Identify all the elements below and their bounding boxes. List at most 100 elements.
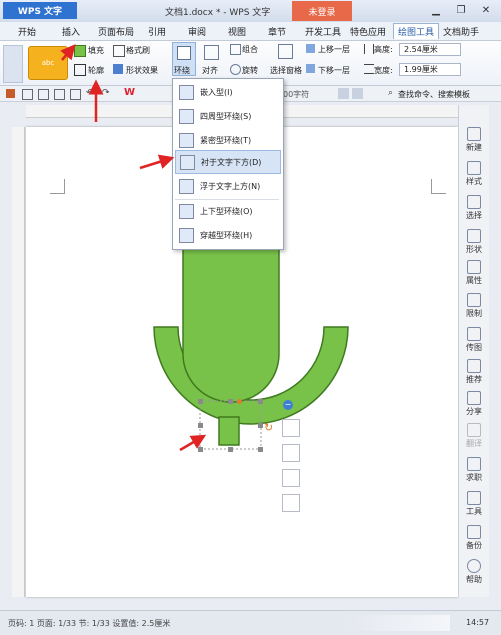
tab-references[interactable]: 引用 bbox=[148, 24, 166, 39]
save-icon[interactable] bbox=[22, 89, 33, 100]
login-button[interactable]: 未登录 bbox=[292, 1, 352, 21]
panel-job[interactable]: 求职 bbox=[459, 457, 489, 483]
redo-icon[interactable]: ↷ bbox=[102, 88, 110, 98]
wrap-option-square[interactable]: 四周型环绕(S) bbox=[175, 105, 279, 127]
panel-upload-image[interactable]: 传图 bbox=[459, 327, 489, 353]
resize-handle-n[interactable] bbox=[228, 399, 233, 404]
wrap-option-through[interactable]: 穿越型环绕(H) bbox=[175, 224, 279, 246]
tab-drawing-tools[interactable]: 绘图工具 bbox=[393, 23, 440, 39]
new-icon bbox=[467, 127, 481, 141]
collapse-toolbar-icon[interactable]: − bbox=[283, 400, 293, 410]
tab-special[interactable]: 特色应用 bbox=[350, 24, 386, 39]
free-rotate-icon[interactable]: ↻ bbox=[264, 421, 273, 434]
send-backward-icon[interactable] bbox=[306, 64, 315, 73]
style-scroll-left[interactable] bbox=[3, 45, 23, 83]
selection-pane-button[interactable]: 选择窗格 bbox=[270, 65, 302, 76]
wrap-option-in-front[interactable]: 浮于文字上方(N) bbox=[175, 175, 279, 197]
wrap-option-top-bottom[interactable]: 上下型环绕(O) bbox=[175, 200, 279, 222]
wrap-option-tight[interactable]: 紧密型环绕(T) bbox=[175, 129, 279, 151]
outline-button[interactable]: 轮廓 bbox=[88, 65, 104, 76]
rotate-handle[interactable] bbox=[237, 399, 242, 404]
nav-next-icon[interactable] bbox=[352, 88, 363, 99]
resize-handle-ne[interactable] bbox=[258, 399, 263, 404]
wrap-tight-icon bbox=[179, 132, 194, 148]
height-field[interactable]: 2.54厘米 bbox=[399, 43, 461, 56]
format-painter-button[interactable]: 格式刷 bbox=[126, 45, 150, 56]
outline-icon[interactable] bbox=[74, 64, 86, 76]
tab-insert[interactable]: 插入 bbox=[62, 24, 80, 39]
panel-tools[interactable]: 工具 bbox=[459, 491, 489, 517]
resize-handle-w[interactable] bbox=[198, 423, 203, 428]
layout-options-icon[interactable] bbox=[282, 419, 300, 437]
wps-app-menu-button[interactable]: WPS 文字 bbox=[3, 2, 77, 19]
resize-handle-s[interactable] bbox=[228, 447, 233, 452]
preview-icon[interactable] bbox=[70, 89, 81, 100]
panel-style[interactable]: 样式 bbox=[459, 161, 489, 187]
format-painter-icon[interactable] bbox=[113, 45, 125, 57]
upload-image-icon bbox=[467, 327, 481, 341]
zoom-area[interactable] bbox=[340, 615, 450, 631]
bring-forward-button[interactable]: 上移一层 bbox=[318, 44, 350, 55]
wrap-option-inline[interactable]: 嵌入型(I) bbox=[175, 81, 279, 103]
panel-share[interactable]: 分享 bbox=[459, 391, 489, 417]
resize-handle-e[interactable] bbox=[258, 423, 263, 428]
shape-effect-button[interactable]: 形状效果 bbox=[126, 65, 158, 76]
wrap-dropdown-menu: 嵌入型(I) 四周型环绕(S) 紧密型环绕(T) 衬于文字下方(D) 浮于文字上… bbox=[172, 78, 284, 250]
print-icon[interactable] bbox=[54, 89, 65, 100]
panel-properties[interactable]: 属性 bbox=[459, 260, 489, 286]
status-bar: 页码: 1 页面: 1/33 节: 1/33 设置值: 2.5厘米 14:57 bbox=[0, 610, 501, 635]
group-icon[interactable] bbox=[230, 44, 241, 55]
rotate-button[interactable]: 旋转 bbox=[242, 65, 258, 76]
menu-bar: 开始 插入 页面布局 引用 审阅 视图 章节 开发工具 特色应用 绘图工具 文档… bbox=[0, 22, 501, 41]
resize-handle-nw[interactable] bbox=[198, 399, 203, 404]
mic-body bbox=[182, 248, 280, 403]
bring-forward-icon[interactable] bbox=[306, 44, 315, 53]
tab-developer[interactable]: 开发工具 bbox=[305, 24, 341, 39]
open-icon[interactable] bbox=[38, 89, 49, 100]
nav-prev-icon[interactable] bbox=[338, 88, 349, 99]
panel-new[interactable]: 新建 bbox=[459, 127, 489, 153]
panel-restrict[interactable]: 限制 bbox=[459, 293, 489, 319]
fill-button[interactable]: 填充 bbox=[88, 45, 104, 56]
shape-effect-icon[interactable] bbox=[113, 64, 123, 74]
width-field[interactable]: 1.99厘米 bbox=[399, 63, 461, 76]
undo-icon[interactable]: ↶ bbox=[86, 88, 94, 98]
wrap-through-icon bbox=[179, 227, 194, 243]
wrap-behind-icon bbox=[180, 154, 195, 170]
command-search-input[interactable]: 查找命令、搜索模板 bbox=[398, 89, 470, 100]
wps-logo-icon: W bbox=[124, 87, 136, 98]
resize-handle-sw[interactable] bbox=[198, 447, 203, 452]
align-button[interactable]: 对齐 bbox=[202, 65, 218, 76]
align-icon[interactable] bbox=[204, 45, 219, 60]
tab-section[interactable]: 章节 bbox=[268, 24, 286, 39]
restore-icon[interactable]: ❐ bbox=[450, 3, 472, 18]
job-icon bbox=[467, 457, 481, 471]
tab-page-layout[interactable]: 页面布局 bbox=[98, 24, 134, 39]
tab-doc-assistant[interactable]: 文档助手 bbox=[443, 24, 479, 39]
panel-shape[interactable]: 形状 bbox=[459, 229, 489, 255]
panel-help[interactable]: 帮助 bbox=[459, 559, 489, 585]
fill-color-icon[interactable] bbox=[282, 469, 300, 487]
recommend-icon bbox=[467, 359, 481, 373]
minimize-icon[interactable]: ▁ bbox=[425, 3, 447, 18]
help-icon bbox=[467, 559, 481, 573]
close-icon[interactable]: ✕ bbox=[475, 3, 497, 18]
clock-text: 14:57 bbox=[466, 618, 490, 627]
shape-style-preview[interactable]: abc bbox=[28, 46, 68, 80]
panel-backup[interactable]: 备份 bbox=[459, 525, 489, 551]
edit-shape-icon[interactable] bbox=[282, 444, 300, 462]
wrap-option-behind-text[interactable]: 衬于文字下方(D) bbox=[175, 150, 281, 174]
panel-select[interactable]: 选择 bbox=[459, 195, 489, 221]
outline-color-icon[interactable] bbox=[282, 494, 300, 512]
panel-recommend[interactable]: 推荐 bbox=[459, 359, 489, 385]
tab-view[interactable]: 视图 bbox=[228, 24, 246, 39]
group-button[interactable]: 组合 bbox=[242, 44, 258, 55]
tab-start[interactable]: 开始 bbox=[18, 24, 36, 39]
selection-pane-icon[interactable] bbox=[278, 44, 293, 59]
tab-review[interactable]: 审阅 bbox=[188, 24, 206, 39]
send-backward-button[interactable]: 下移一层 bbox=[318, 65, 350, 76]
panel-translate[interactable]: 翻译 bbox=[459, 423, 489, 449]
resize-handle-se[interactable] bbox=[258, 447, 263, 452]
fill-icon[interactable] bbox=[74, 45, 86, 57]
rotate-icon[interactable] bbox=[230, 64, 241, 75]
